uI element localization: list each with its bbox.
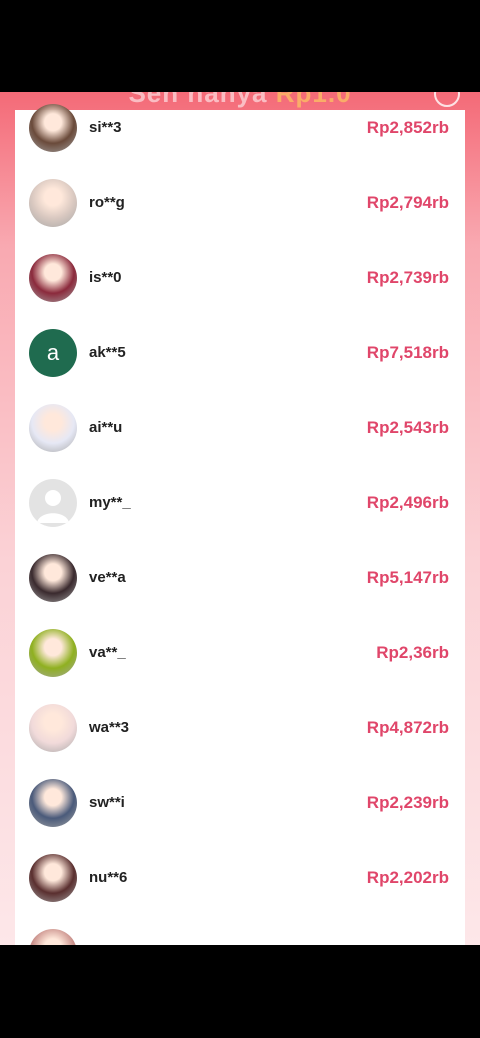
list-item[interactable]: va**_ Rp2,36rb bbox=[15, 615, 465, 690]
user-name: va**_ bbox=[89, 644, 126, 661]
avatar bbox=[29, 628, 77, 677]
amount: Rp2,739rb bbox=[366, 267, 449, 287]
user-name: ve**a bbox=[89, 569, 126, 586]
user-name: is**0 bbox=[89, 269, 122, 286]
list-item[interactable]: ai**u Rp2,543rb bbox=[15, 390, 465, 465]
user-name: nu**6 bbox=[89, 869, 128, 886]
list-item[interactable]: ..**.Rp2,1..rb bbox=[15, 915, 465, 945]
amount: Rp2,794rb bbox=[366, 192, 449, 212]
user-name: wa**3 bbox=[89, 719, 130, 736]
avatar bbox=[29, 103, 77, 152]
avatar bbox=[29, 778, 77, 827]
amount: Rp2,496rb bbox=[366, 492, 449, 512]
list-item[interactable]: si**3 Rp2,852rb bbox=[15, 92, 465, 165]
avatar bbox=[29, 478, 77, 527]
leaderboard-card: si**3 Rp2,852rb ro**g Rp2,794rb is**0 Rp2,739… bbox=[15, 103, 465, 945]
list-item[interactable]: wa**3 Rp4,872rb bbox=[15, 690, 465, 765]
leaderboard-list: si**3 Rp2,852rb ro**g Rp2,794rb is**0 Rp2,739… bbox=[15, 92, 465, 945]
amount: Rp2,239rb bbox=[366, 792, 449, 812]
avatar-letter: a bbox=[46, 339, 60, 365]
avatar bbox=[29, 553, 77, 602]
list-item[interactable]: nu**6 Rp2,202rb bbox=[15, 840, 465, 915]
avatar bbox=[29, 403, 77, 452]
status-bar-black bbox=[0, 0, 480, 92]
avatar bbox=[29, 928, 77, 945]
user-name: si**3 bbox=[89, 119, 122, 136]
user-name: ro**g bbox=[89, 194, 125, 211]
user-name: ak**5 bbox=[89, 344, 126, 361]
list-item[interactable]: my**_ Rp2,496rb bbox=[15, 465, 465, 540]
list-item[interactable]: sw**i Rp2,239rb bbox=[15, 765, 465, 840]
list-item[interactable]: is**0 Rp2,739rb bbox=[15, 240, 465, 315]
amount: Rp4,872rb bbox=[366, 717, 449, 737]
amount: Rp5,147rb bbox=[366, 567, 449, 587]
user-name: my**_ bbox=[89, 494, 131, 511]
list-item[interactable]: a ak**5 Rp7,518rb bbox=[15, 315, 465, 390]
list-item[interactable]: ve**a Rp5,147rb bbox=[15, 540, 465, 615]
list-item[interactable]: ro**g Rp2,794rb bbox=[15, 165, 465, 240]
avatar bbox=[29, 703, 77, 752]
avatar: a bbox=[29, 328, 77, 377]
amount: Rp2,202rb bbox=[366, 867, 449, 887]
app-screen: Sen nanya Rp1.0 si**3 Rp2,852rb ro**g Rp2,7… bbox=[0, 92, 480, 945]
amount: Rp7,518rb bbox=[366, 342, 449, 362]
user-name: ai**u bbox=[89, 419, 123, 436]
amount: Rp2,852rb bbox=[366, 117, 449, 137]
avatar bbox=[29, 253, 77, 302]
amount: Rp2,36rb bbox=[376, 642, 449, 662]
user-name: sw**i bbox=[89, 794, 125, 811]
amount: Rp2,543rb bbox=[366, 417, 449, 437]
avatar bbox=[29, 178, 77, 227]
navigation-bar-black bbox=[0, 945, 480, 1038]
avatar bbox=[29, 853, 77, 902]
